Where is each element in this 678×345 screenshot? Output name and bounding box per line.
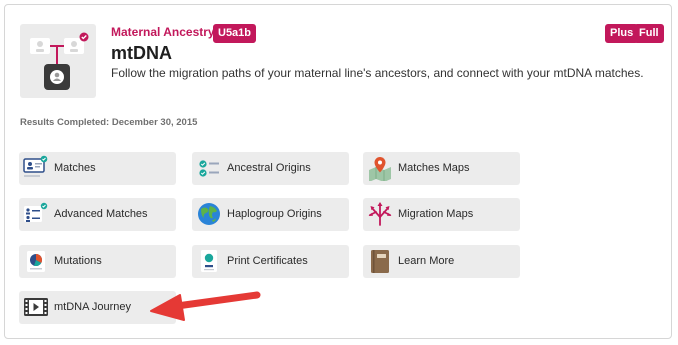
tile-matches[interactable]: Matches xyxy=(19,152,176,185)
tile-print-certificates[interactable]: Print Certificates xyxy=(192,245,349,278)
tile-mutations[interactable]: Mutations xyxy=(19,245,176,278)
tile-label: Learn More xyxy=(398,255,455,267)
mtdna-hero-icon xyxy=(20,24,96,98)
tile-haplogroup-origins[interactable]: Haplogroup Origins xyxy=(192,198,349,231)
video-icon xyxy=(23,294,49,320)
mutations-chart-icon xyxy=(23,248,49,274)
certificate-icon xyxy=(196,248,222,274)
section-eyebrow: Maternal Ancestry xyxy=(111,25,215,39)
globe-icon xyxy=(196,201,222,227)
tile-ancestral-origins[interactable]: Ancestral Origins xyxy=(192,152,349,185)
haplogroup-badge[interactable]: U5a1b xyxy=(213,24,257,43)
book-icon xyxy=(367,248,393,274)
tile-label: Matches Maps xyxy=(398,162,470,174)
tile-label: Mutations xyxy=(54,255,102,267)
tile-label: Matches xyxy=(54,162,96,174)
page-description: Follow the migration paths of your mater… xyxy=(111,66,644,80)
tile-label: Print Certificates xyxy=(227,255,308,267)
tile-matches-maps[interactable]: Matches Maps xyxy=(363,152,520,185)
results-completed-date: Results Completed: December 30, 2015 xyxy=(20,117,198,128)
tile-label: Migration Maps xyxy=(398,208,474,220)
annotation-arrow-icon xyxy=(150,291,261,321)
tile-migration-maps[interactable]: Migration Maps xyxy=(363,198,520,231)
full-badge: Full xyxy=(634,24,664,43)
tile-label: Advanced Matches xyxy=(54,208,148,220)
matches-icon xyxy=(23,155,49,181)
tile-learn-more[interactable]: Learn More xyxy=(363,245,520,278)
migration-arrows-icon xyxy=(367,201,393,227)
tile-label: Haplogroup Origins xyxy=(227,208,322,220)
tile-label: Ancestral Origins xyxy=(227,162,311,174)
map-pin-icon xyxy=(367,155,393,182)
page-title: mtDNA xyxy=(111,43,172,63)
ancestral-origins-icon xyxy=(196,155,222,181)
tile-label: mtDNA Journey xyxy=(54,301,132,313)
advanced-matches-icon xyxy=(23,201,49,227)
tile-advanced-matches[interactable]: Advanced Matches xyxy=(19,198,176,231)
